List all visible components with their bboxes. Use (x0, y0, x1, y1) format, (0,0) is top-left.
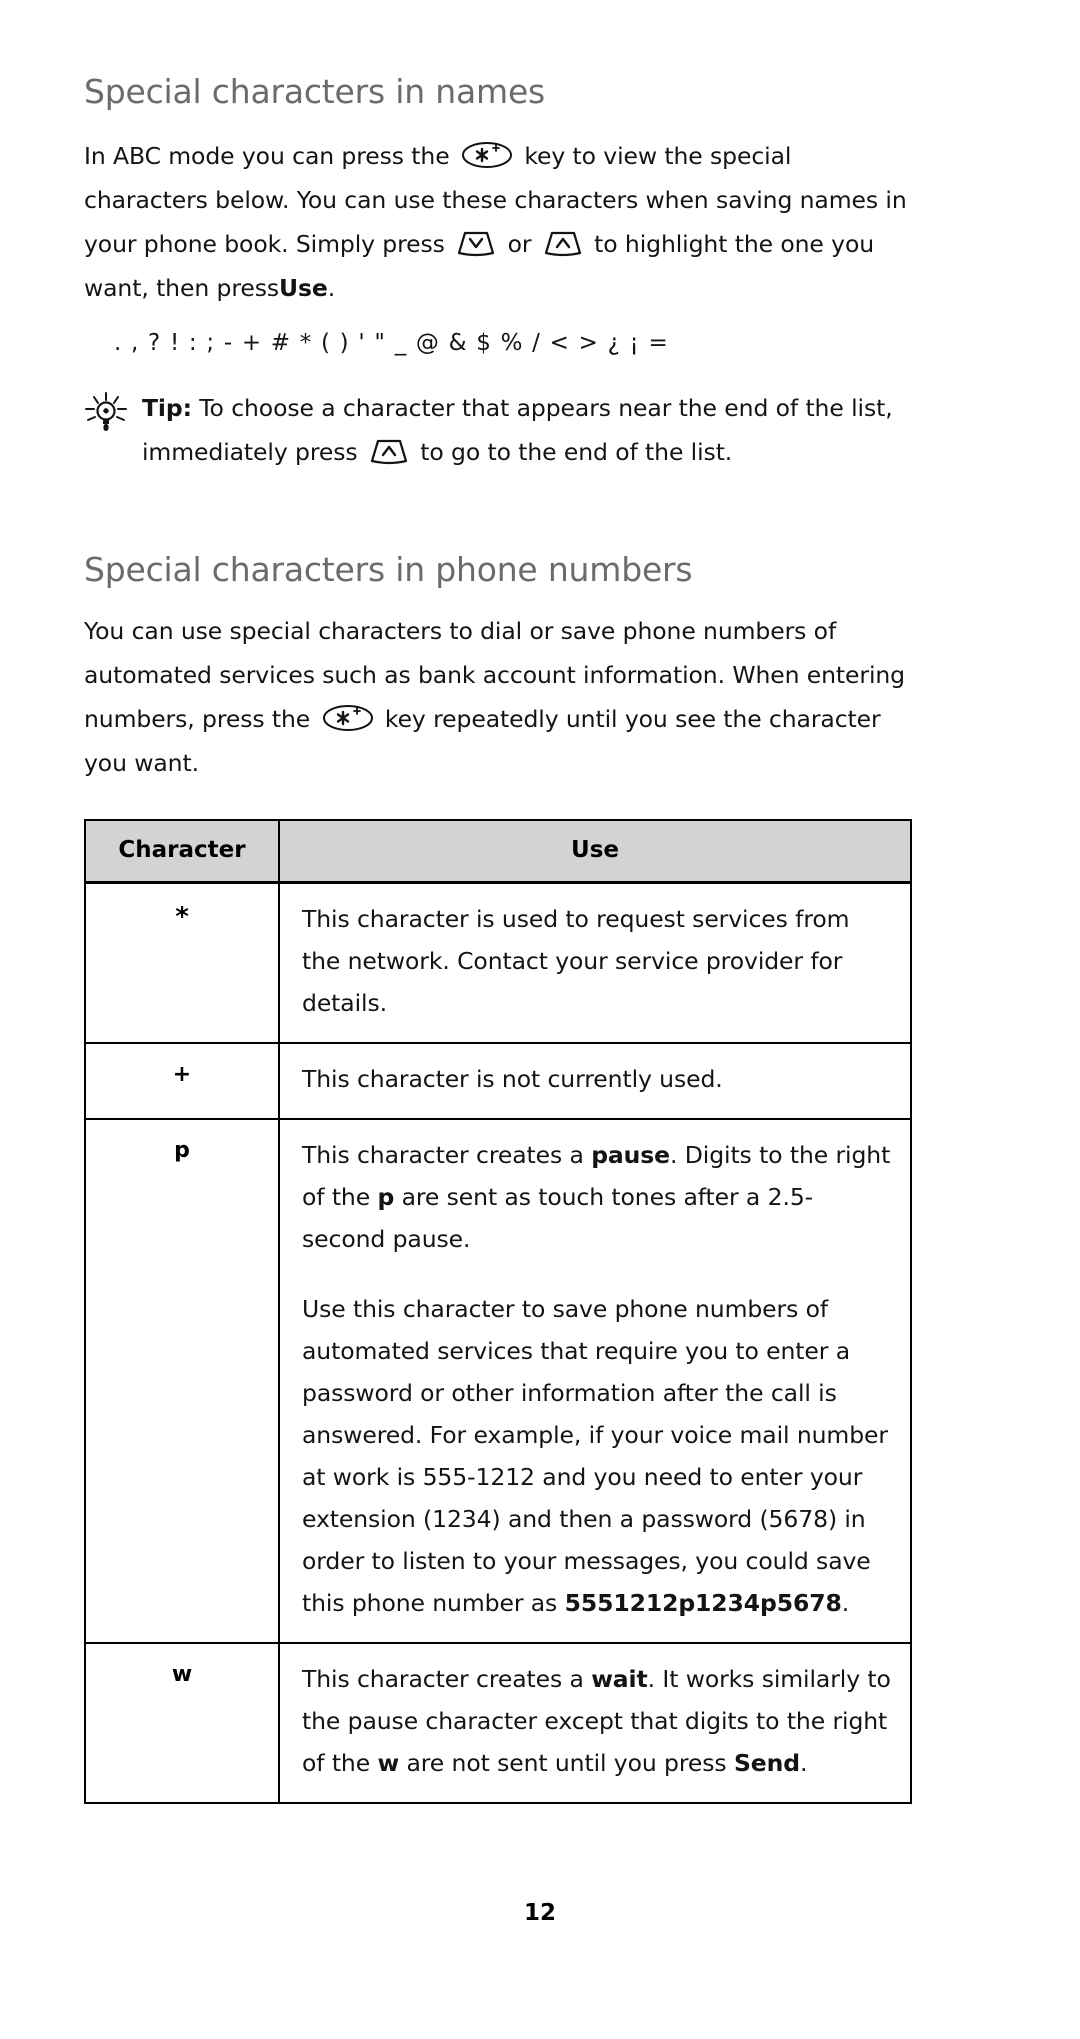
table-head: Character Use (84, 819, 912, 885)
table-row: w This character creates a wait. It works… (84, 1642, 912, 1805)
page-title-phone: Special characters in phone numbers (84, 549, 693, 589)
special-characters-list: . , ? ! : ; - + # * ( ) ' " _ @ & $ % / … (114, 329, 669, 356)
page-content: Special characters in names In ABC mode … (84, 0, 912, 1805)
manual-page: Special characters in names In ABC mode … (0, 0, 1080, 2039)
emphasis-text: pause (591, 1141, 671, 1170)
emphasis-text: Send (733, 1749, 800, 1778)
star-plus-key-icon (321, 703, 375, 733)
tip-callout: Tip: To choose a character that appears … (84, 386, 912, 474)
table-row: * This character is used to request servi… (84, 881, 912, 1045)
scroll-up-key-icon (542, 228, 584, 258)
emphasis-text: p (377, 1183, 395, 1212)
cell-use-description: This character is not currently used. (278, 1042, 912, 1121)
plain-text: . (799, 1749, 808, 1778)
scroll-down-key-icon (455, 228, 497, 258)
cell-use-description: This character creates a wait. It works … (278, 1642, 912, 1805)
star-plus-key-icon (460, 140, 514, 170)
tip-label: Tip: (142, 393, 192, 422)
character-glyph: p (174, 1138, 190, 1164)
special-characters-table: Character Use * This character is used to… (84, 819, 912, 1805)
plain-text: Use this character to save phone numbers… (302, 1295, 888, 1618)
character-glyph: w (171, 1662, 193, 1688)
table-row: p This character creates a pause. Digits … (84, 1118, 912, 1645)
character-glyph: + (172, 1062, 192, 1088)
character-glyph: * (175, 902, 189, 933)
column-header-character: Character (84, 819, 280, 885)
plain-text: This character creates a (302, 1141, 592, 1170)
scroll-up-key-icon (368, 436, 410, 466)
cell-character: + (84, 1042, 280, 1121)
cell-paragraph: This character creates a wait. It works … (302, 1658, 892, 1784)
cell-character: w (84, 1642, 280, 1805)
emphasis-text: wait (591, 1665, 648, 1694)
lightbulb-icon (84, 391, 128, 436)
plain-text: This character creates a (302, 1665, 592, 1694)
page-number: 12 (523, 1900, 556, 1926)
page-title-names: Special characters in names (84, 72, 546, 111)
paragraph-phone-intro: You can use special characters to dial o… (84, 609, 912, 785)
paragraph-names-text-1: In ABC mode you can press the (84, 141, 450, 170)
table-header-row: Character Use (84, 819, 912, 885)
section-phone-numbers: Special characters in phone numbers You … (84, 550, 912, 786)
paragraph-names-end: . (327, 273, 336, 302)
tip-text: Tip: To choose a character that appears … (142, 386, 912, 474)
cell-character: * (84, 881, 280, 1045)
column-header-use: Use (278, 819, 912, 885)
tip-text-part-2: to go to the end of the list. (420, 437, 733, 466)
cell-use-description: This character is used to request servic… (278, 881, 912, 1045)
paragraph-names-or: or (507, 229, 532, 258)
table-body: * This character is used to request servi… (84, 881, 912, 1805)
plain-text: This character is not currently used. (302, 1065, 723, 1094)
paragraph-names-intro: In ABC mode you can press the key to vie… (84, 134, 912, 310)
emphasis-text: 5551212p1234p5678 (564, 1589, 842, 1618)
paragraph-names-use-bold: Use (279, 273, 328, 302)
cell-paragraph: This character is used to request servic… (302, 898, 892, 1024)
cell-use-description: This character creates a pause. Digits t… (278, 1118, 912, 1645)
plain-text: This character is used to request servic… (302, 905, 850, 1018)
table-row: + This character is not currently used. (84, 1042, 912, 1121)
emphasis-text: w (377, 1749, 400, 1778)
cell-character: p (84, 1118, 280, 1645)
section-names: Special characters in names In ABC mode … (84, 72, 912, 474)
cell-paragraph: This character is not currently used. (302, 1058, 892, 1100)
cell-paragraph: This character creates a pause. Digits t… (302, 1134, 892, 1260)
plain-text: . (841, 1589, 850, 1618)
plain-text: are not sent until you press (399, 1749, 734, 1778)
cell-paragraph: Use this character to save phone numbers… (302, 1288, 892, 1624)
